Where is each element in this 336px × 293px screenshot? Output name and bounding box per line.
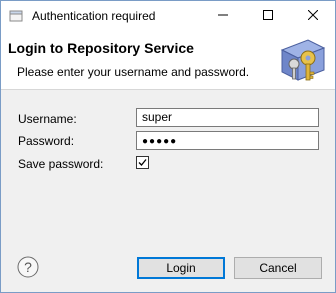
title-bar[interactable]: Authentication required: [1, 1, 335, 31]
key-lock-icon: [276, 34, 328, 86]
window-title: Authentication required: [32, 9, 156, 23]
username-label: Username:: [18, 112, 77, 126]
header-title: Login to Repository Service: [8, 40, 194, 56]
username-value: super: [142, 110, 173, 124]
password-label: Password:: [18, 134, 75, 148]
minimize-icon: [217, 9, 228, 23]
help-icon[interactable]: ?: [17, 256, 39, 278]
close-icon: [307, 9, 318, 23]
maximize-icon: [262, 9, 273, 23]
username-field[interactable]: super: [136, 108, 319, 127]
svg-text:?: ?: [24, 259, 32, 275]
close-button[interactable]: [290, 1, 335, 31]
minimize-button[interactable]: [200, 1, 245, 31]
login-button[interactable]: Login: [137, 257, 225, 279]
window-app-icon: [9, 9, 23, 23]
save-password-checkbox[interactable]: [136, 156, 149, 169]
maximize-button[interactable]: [245, 1, 290, 31]
cancel-button[interactable]: Cancel: [234, 257, 322, 279]
password-masked-value: ●●●●●: [142, 136, 178, 147]
save-password-label: Save password:: [18, 157, 104, 171]
checkmark-icon: [137, 157, 148, 168]
password-field[interactable]: ●●●●●: [136, 131, 319, 150]
auth-dialog: Authentication required Login to Reposit…: [0, 0, 336, 293]
header-description: Please enter your username and password.: [17, 65, 250, 79]
dialog-header: Login to Repository Service Please enter…: [1, 31, 335, 90]
